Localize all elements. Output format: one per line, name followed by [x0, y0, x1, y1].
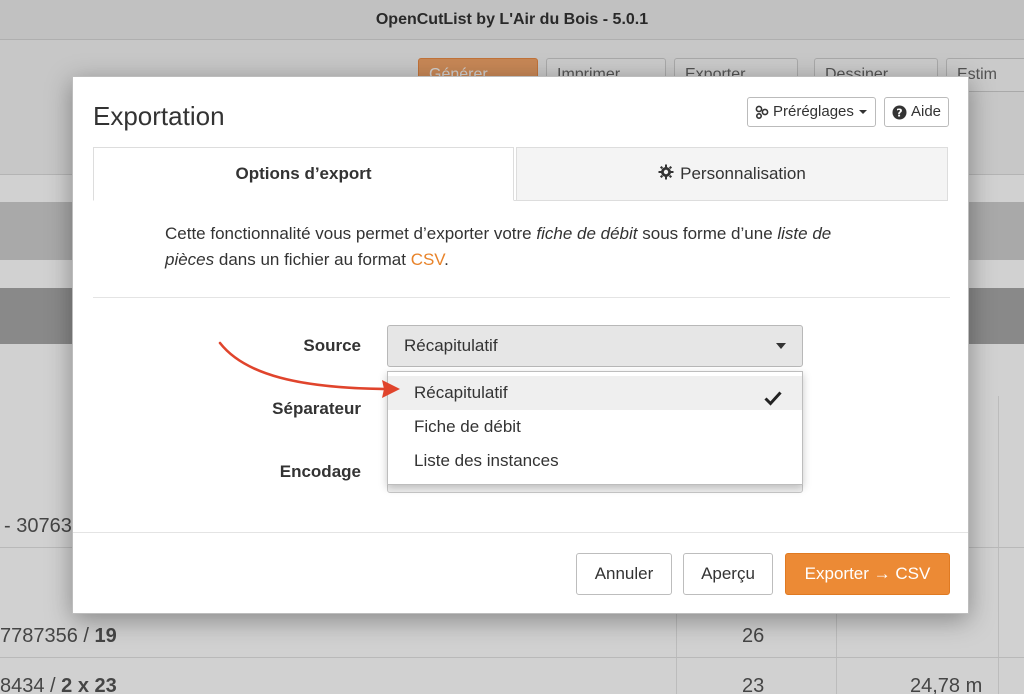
annotation-arrow: [218, 341, 400, 398]
